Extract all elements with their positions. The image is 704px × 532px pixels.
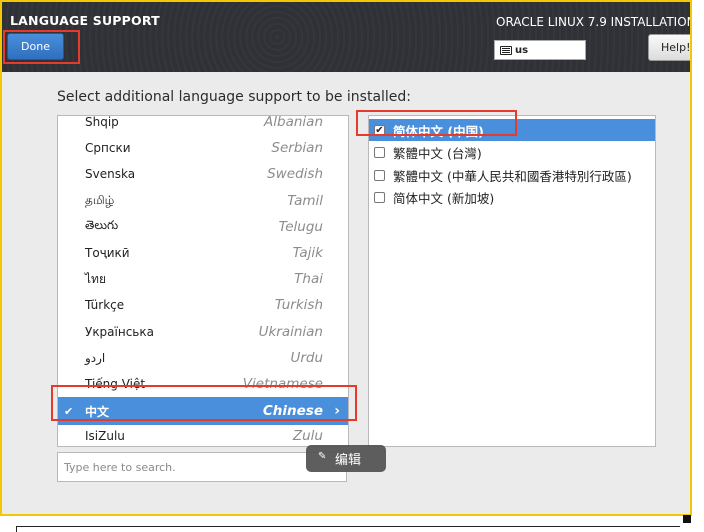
- header-bar: LANGUAGE SUPPORT Done ORACLE LINUX 7.9 I…: [2, 2, 690, 72]
- language-native-name: Українська: [85, 324, 154, 339]
- language-english-name: Tajik: [292, 245, 323, 261]
- language-native-name: Тоҷикӣ: [85, 246, 130, 260]
- language-native-name: ไทย: [85, 271, 106, 286]
- language-english-name: Swedish: [267, 166, 323, 183]
- language-row[interactable]: తెలుగు Telugu: [58, 214, 348, 240]
- install-title: ORACLE LINUX 7.9 INSTALLATION: [496, 15, 692, 29]
- keyboard-layout-indicator[interactable]: us: [494, 40, 586, 60]
- keyboard-layout-label: us: [515, 44, 529, 56]
- edit-badge-label: 编辑: [334, 453, 361, 468]
- locale-row[interactable]: 繁體中文 (中華人民共和國香港特別行政區): [369, 164, 655, 186]
- installer-window: LANGUAGE SUPPORT Done ORACLE LINUX 7.9 I…: [0, 0, 692, 516]
- language-english-name: Thai: [294, 271, 323, 288]
- language-english-name: Telugu: [278, 218, 323, 235]
- language-english-name: Turkish: [274, 297, 323, 314]
- language-native-name: తెలుగు: [85, 218, 119, 233]
- locale-label: 简体中文 (新加坡): [393, 191, 495, 206]
- language-native-name: Türkçe: [85, 298, 125, 313]
- language-english-name: Albanian: [264, 115, 323, 130]
- locale-label: 繁體中文 (台灣): [393, 146, 482, 161]
- locale-row[interactable]: 繁體中文 (台灣): [369, 142, 655, 164]
- pencil-icon: ✎: [318, 451, 327, 462]
- page-title: LANGUAGE SUPPORT: [10, 13, 160, 28]
- language-row[interactable]: தமிழ் Tamil: [58, 188, 348, 214]
- corner-marker: [683, 515, 691, 523]
- checkbox[interactable]: [374, 192, 385, 203]
- done-highlight-outline: [3, 30, 80, 64]
- language-native-name: اردو: [85, 350, 106, 365]
- selection-highlight-outline: [51, 385, 357, 421]
- locale-highlight-outline: [356, 110, 517, 136]
- keyboard-icon: [500, 45, 512, 55]
- language-row[interactable]: Українська Ukrainian: [58, 319, 348, 345]
- language-row[interactable]: Српски Serbian: [58, 135, 348, 161]
- language-row[interactable]: ไทย Thai: [58, 266, 348, 292]
- checkbox[interactable]: [374, 169, 385, 181]
- help-button[interactable]: Help!: [648, 34, 690, 61]
- search-input[interactable]: [57, 452, 347, 482]
- language-english-name: Tamil: [287, 192, 323, 209]
- language-native-name: தமிழ்: [85, 192, 115, 207]
- locale-label: 繁體中文 (中華人民共和國香港特別行政區): [393, 168, 632, 184]
- checkbox[interactable]: [374, 147, 385, 158]
- locale-list[interactable]: ✔ 简体中文 (中国) 繁體中文 (台灣) 繁體中文 (中華人民共和國香港特別行政區)…: [368, 115, 656, 447]
- language-native-name: Shqip: [85, 115, 119, 129]
- language-row[interactable]: Тоҷикӣ Tajik: [58, 240, 348, 266]
- language-english-name: Zulu: [292, 428, 323, 445]
- language-native-name: IsiZulu: [85, 429, 125, 444]
- language-english-name: Ukrainian: [258, 323, 323, 340]
- language-row[interactable]: IsiZulu Zulu: [58, 423, 348, 446]
- language-row[interactable]: Türkçe Turkish: [58, 292, 348, 318]
- language-native-name: Svenska: [85, 167, 136, 182]
- language-english-name: Serbian: [271, 140, 323, 157]
- language-english-name: Urdu: [290, 349, 323, 366]
- prompt-text: Select additional language support to be…: [57, 89, 412, 105]
- language-row[interactable]: Svenska Swedish: [58, 161, 348, 187]
- bottom-border: [16, 526, 680, 532]
- language-row[interactable]: اردو Urdu: [58, 345, 348, 371]
- locale-row[interactable]: 简体中文 (新加坡): [369, 187, 655, 209]
- language-native-name: Српски: [85, 141, 131, 156]
- language-row[interactable]: Shqip Albanian: [58, 115, 348, 135]
